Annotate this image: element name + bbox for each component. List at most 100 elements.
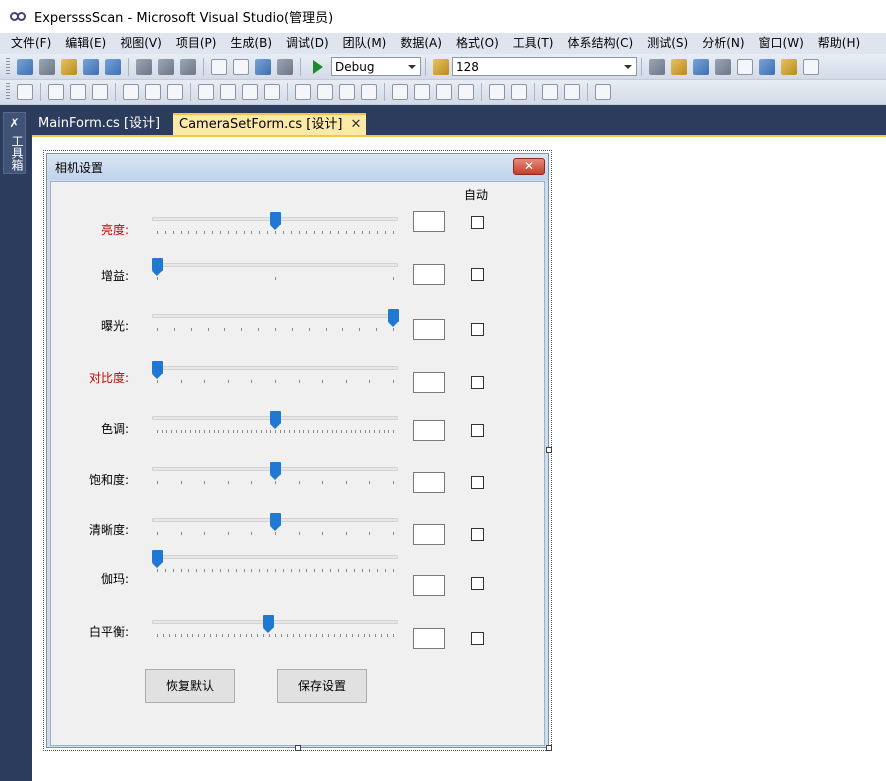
menu-item[interactable]: 帮助(H) [811, 33, 867, 54]
value-input[interactable] [413, 575, 445, 596]
undo-icon[interactable] [211, 58, 227, 75]
align-tops-icon[interactable] [123, 84, 139, 100]
save-all-icon[interactable] [105, 58, 121, 75]
v-spacing-remove-icon[interactable] [458, 84, 474, 100]
menu-item[interactable]: 数据(A) [393, 33, 449, 54]
align-to-grid-icon[interactable] [17, 84, 33, 100]
h-spacing-decrease-icon[interactable] [339, 84, 355, 100]
auto-checkbox[interactable] [471, 632, 484, 645]
make-same-size-icon[interactable] [264, 84, 280, 100]
slider-thumb[interactable] [270, 212, 281, 231]
slider-thumb[interactable] [152, 361, 163, 380]
menu-item[interactable]: 体系结构(C) [560, 33, 640, 54]
chevron-down-icon[interactable] [408, 64, 416, 69]
save-icon[interactable] [83, 58, 99, 75]
tab-camerasetform-design[interactable]: CameraSetForm.cs [设计] ✕ [173, 113, 367, 135]
align-centers-icon[interactable] [70, 84, 86, 100]
make-same-width-icon[interactable] [198, 84, 214, 100]
menu-item[interactable]: 格式(O) [449, 33, 506, 54]
menu-item[interactable]: 分析(N) [695, 33, 751, 54]
toolbox-icon[interactable] [737, 58, 753, 75]
solution-explorer-icon[interactable] [671, 58, 687, 75]
align-middles-icon[interactable] [145, 84, 161, 100]
new-project-icon[interactable] [17, 58, 33, 75]
slider-thumb[interactable] [270, 513, 281, 532]
slider-track[interactable] [152, 263, 398, 267]
value-input[interactable] [413, 211, 445, 232]
menu-item[interactable]: 调试(D) [279, 33, 336, 54]
slider-track[interactable] [152, 555, 398, 559]
value-input[interactable] [413, 420, 445, 441]
align-rights-icon[interactable] [92, 84, 108, 100]
add-item-icon[interactable] [39, 58, 55, 75]
resize-handle-bottom[interactable] [295, 745, 301, 751]
value-input[interactable] [413, 628, 445, 649]
h-spacing-equal-icon[interactable] [295, 84, 311, 100]
properties-icon[interactable] [693, 58, 709, 75]
align-bottoms-icon[interactable] [167, 84, 183, 100]
h-spacing-increase-icon[interactable] [317, 84, 333, 100]
camera-settings-form[interactable]: 相机设置 ✕ [46, 153, 549, 748]
menu-item[interactable]: 工具(T) [506, 33, 561, 54]
slider-thumb[interactable] [270, 462, 281, 481]
navigate-forward-icon[interactable] [277, 58, 293, 75]
copy-icon[interactable] [158, 58, 174, 75]
navigate-backward-icon[interactable] [255, 58, 271, 75]
slider-thumb[interactable] [152, 258, 163, 277]
start-page-icon[interactable] [759, 58, 775, 75]
auto-checkbox[interactable] [471, 528, 484, 541]
start-debugging-icon[interactable] [313, 59, 323, 74]
close-tab-icon[interactable]: ✕ [351, 115, 362, 135]
find-in-files-icon[interactable] [433, 58, 449, 75]
size-to-grid-icon[interactable] [242, 84, 258, 100]
resize-handle-right[interactable] [546, 447, 552, 453]
value-input[interactable] [413, 264, 445, 285]
close-icon[interactable]: ✕ [513, 158, 545, 175]
cut-icon[interactable] [136, 58, 152, 75]
toolbox-tab[interactable]: ✗ 工具箱 [3, 112, 26, 174]
center-horizontally-icon[interactable] [489, 84, 505, 100]
h-spacing-remove-icon[interactable] [361, 84, 377, 100]
menu-item[interactable]: 文件(F) [4, 33, 58, 54]
menu-item[interactable]: 团队(M) [336, 33, 394, 54]
value-input[interactable] [413, 372, 445, 393]
find-icon[interactable] [649, 58, 665, 75]
menu-item[interactable]: 编辑(E) [58, 33, 113, 54]
menu-item[interactable]: 视图(V) [113, 33, 169, 54]
slider-track[interactable] [152, 314, 398, 318]
chevron-down-icon[interactable] [624, 64, 632, 69]
center-vertically-icon[interactable] [511, 84, 527, 100]
menu-item[interactable]: 生成(B) [223, 33, 279, 54]
auto-checkbox[interactable] [471, 577, 484, 590]
send-to-back-icon[interactable] [564, 84, 580, 100]
restore-defaults-button[interactable]: 恢复默认 [145, 669, 235, 703]
resize-handle-corner[interactable] [546, 745, 552, 751]
slider-thumb[interactable] [388, 309, 399, 328]
solution-configuration-dropdown[interactable]: Debug [331, 57, 421, 76]
tab-mainform-design[interactable]: MainForm.cs [设计] [32, 113, 166, 135]
toolbar-grip[interactable] [6, 57, 10, 76]
object-browser-icon[interactable] [715, 58, 731, 75]
slider-thumb[interactable] [262, 615, 274, 634]
slider-track[interactable] [152, 366, 398, 370]
auto-checkbox[interactable] [471, 476, 484, 489]
toolbar-grip[interactable] [6, 83, 10, 101]
v-spacing-equal-icon[interactable] [392, 84, 408, 100]
redo-icon[interactable] [233, 58, 249, 75]
v-spacing-decrease-icon[interactable] [436, 84, 452, 100]
menu-item[interactable]: 项目(P) [169, 33, 224, 54]
save-settings-button[interactable]: 保存设置 [277, 669, 367, 703]
auto-checkbox[interactable] [471, 323, 484, 336]
find-combo[interactable]: 128 [452, 57, 637, 76]
slider-track[interactable] [152, 620, 398, 624]
paste-icon[interactable] [180, 58, 196, 75]
slider-thumb[interactable] [152, 550, 163, 569]
auto-checkbox[interactable] [471, 216, 484, 229]
make-same-height-icon[interactable] [220, 84, 236, 100]
value-input[interactable] [413, 319, 445, 340]
align-lefts-icon[interactable] [48, 84, 64, 100]
bring-to-front-icon[interactable] [542, 84, 558, 100]
value-input[interactable] [413, 472, 445, 493]
auto-checkbox[interactable] [471, 268, 484, 281]
value-input[interactable] [413, 524, 445, 545]
